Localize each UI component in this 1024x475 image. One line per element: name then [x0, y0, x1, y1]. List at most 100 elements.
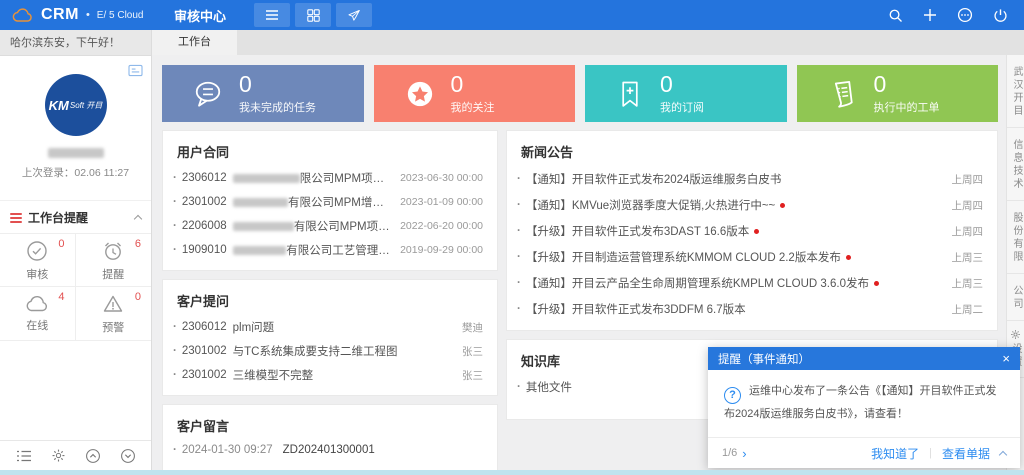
search-icon[interactable]: [888, 8, 903, 23]
message-row[interactable]: 2024-01-30 09:27 ZD202401300001: [163, 440, 497, 460]
news-section: 新闻公告 【通知】开目软件正式发布2024版运维服务白皮书 上周四 【通知】KM…: [506, 130, 998, 331]
contracts-title: 用户合同: [163, 131, 497, 166]
rail-company-segment-3[interactable]: 股份有限: [1007, 201, 1024, 274]
stat-value: 0: [451, 73, 495, 96]
gear-icon[interactable]: [51, 448, 66, 463]
redacted-company-name: [233, 246, 287, 255]
question-row[interactable]: 2306012 plm问题 樊迪: [163, 315, 497, 339]
apps-grid-button[interactable]: [295, 3, 331, 27]
news-row[interactable]: 【通知】开目云产品全生命周期管理系统KMPLM CLOUD 3.6.0发布 上周…: [507, 270, 997, 296]
nav-audit-center[interactable]: 审核中心: [174, 6, 226, 25]
bullet-icon: [517, 303, 526, 315]
news-row[interactable]: 【通知】开目软件正式发布2024版运维服务白皮书 上周四: [507, 166, 997, 192]
news-time: 上周三: [944, 250, 984, 265]
reminder-item-audit[interactable]: 0 审核: [0, 234, 76, 287]
star-circle-icon: [402, 76, 438, 112]
acknowledge-button[interactable]: 我知道了: [871, 445, 919, 462]
send-plane-button[interactable]: [336, 3, 372, 27]
reminder-section-title: 工作台提醒: [28, 209, 88, 226]
reminder-item-remind[interactable]: 6 提醒: [76, 234, 152, 287]
bullet-icon: [173, 321, 182, 333]
reminder-item-online[interactable]: 4 在线: [0, 287, 76, 340]
contract-row[interactable]: 1909010 有限公司工艺管理系统项目 2019-09-29 00:00: [163, 238, 497, 262]
contract-row[interactable]: 2206008 有限公司MPM项目二期 2022-06-20 00:00: [163, 214, 497, 238]
greeting-text: 哈尔滨东安，下午好！: [0, 30, 151, 56]
workbench-reminder-section: 工作台提醒 0 审核 6 提醒 4 在线: [0, 200, 151, 341]
question-text: 与TC系统集成要支持二维工程图: [233, 343, 398, 359]
question-row[interactable]: 2301002 三维模型不完整 张三: [163, 363, 497, 387]
chevron-down-circle-icon[interactable]: [120, 448, 136, 464]
profile-card-icon[interactable]: [128, 64, 143, 77]
contract-id: 2206008: [182, 220, 227, 232]
contract-row[interactable]: 2301002 有限公司MPM增购license 2023-01-09 00:0…: [163, 190, 497, 214]
stat-card-active-work-orders[interactable]: 0 执行中的工单: [797, 65, 999, 122]
question-id: 2306012: [182, 321, 227, 333]
bullet-icon: [173, 345, 182, 357]
add-plus-icon[interactable]: [923, 8, 937, 22]
chevron-up-circle-icon[interactable]: [85, 448, 101, 464]
sidebar-bottom-toolbar: [0, 440, 151, 470]
topbar-right-icons: [888, 7, 1024, 23]
messages-section: 客户留言 2024-01-30 09:27 ZD202401300001: [162, 404, 498, 475]
stat-card-my-subscriptions[interactable]: 0 我的订阅: [585, 65, 787, 122]
cloud-icon: [24, 294, 50, 314]
news-row[interactable]: 【升级】开目软件正式发布3DDFM 6.7版本 上周二: [507, 296, 997, 322]
contract-name: 有限公司MPM增购license: [288, 194, 392, 210]
news-time: 上周二: [944, 302, 984, 317]
rail-company-segment-4[interactable]: 公司: [1007, 274, 1024, 321]
contracts-section: 用户合同 2306012 限公司MPM项目合同 2023-06-30 00:00…: [162, 130, 498, 271]
popup-pager: 1/6: [722, 447, 737, 459]
close-icon[interactable]: ×: [1002, 352, 1010, 365]
stat-card-unfinished-tasks[interactable]: 0 我未完成的任务: [162, 65, 364, 122]
stat-card-my-follow[interactable]: 0 我的关注: [374, 65, 576, 122]
bullet-icon: [517, 173, 526, 185]
rail-company-segment-1[interactable]: 武汉开目: [1007, 55, 1024, 128]
rail-company-segment-2[interactable]: 信息技术: [1007, 128, 1024, 201]
bullet-icon: [517, 277, 526, 289]
menu-hamburger-button[interactable]: [254, 3, 290, 27]
contract-date: 2022-06-20 00:00: [392, 220, 483, 232]
gear-icon: [1010, 329, 1021, 340]
bullet-icon: [173, 172, 182, 184]
popup-body: ?运维中心发布了一条公告《【通知】开目软件正式发布2024版运维服务白皮书》，请…: [708, 370, 1020, 437]
message-time: 2024-01-30 09:27: [182, 444, 273, 456]
questions-section: 客户提问 2306012 plm问题 樊迪 2301002 与TC系统集成要支持…: [162, 279, 498, 396]
company-logo-avatar[interactable]: KMSoft 开目: [45, 74, 107, 136]
next-page-icon[interactable]: ›: [742, 447, 746, 460]
reminder-label: 审核: [26, 266, 48, 282]
dropdown-chevron-icon[interactable]: [999, 450, 1007, 458]
unread-dot: [846, 255, 851, 260]
more-ellipsis-icon[interactable]: [957, 7, 973, 23]
last-login-text: 上次登录：02.06 11:27: [0, 165, 151, 180]
warning-triangle-icon: [101, 292, 125, 316]
popup-message: 运维中心发布了一条公告《【通知】开目软件正式发布2024版运维服务白皮书》，请查…: [724, 385, 997, 420]
footer-divider: |: [929, 447, 932, 459]
popup-footer: 1/6 › 我知道了 | 查看单据: [708, 437, 1020, 468]
stat-label: 执行中的工单: [874, 99, 940, 115]
power-logout-icon[interactable]: [993, 8, 1008, 23]
news-row[interactable]: 【通知】KMVue浏览器季度大促销,火热进行中~~ 上周四: [507, 192, 997, 218]
bullet-icon: [173, 220, 182, 232]
logo-rest-text: Soft 开目: [70, 100, 102, 111]
tab-workbench[interactable]: 工作台: [152, 30, 237, 55]
unread-dot: [874, 281, 879, 286]
contract-id: 2306012: [182, 172, 227, 184]
contract-name: 有限公司MPM项目二期: [294, 218, 392, 234]
question-row[interactable]: 2301002 与TC系统集成要支持二维工程图 张三: [163, 339, 497, 363]
contract-date: 2023-01-09 00:00: [392, 196, 483, 208]
news-row[interactable]: 【升级】开目软件正式发布3DAST 16.6版本 上周四: [507, 218, 997, 244]
chat-bubble-icon: [190, 76, 226, 112]
reminder-label: 提醒: [102, 266, 124, 282]
contract-row[interactable]: 2306012 限公司MPM项目合同 2023-06-30 00:00: [163, 166, 497, 190]
popup-title: 提醒（事件通知）: [718, 351, 810, 367]
work-order-icon: [825, 76, 861, 112]
brand-area[interactable]: CRM • E/ 5 Cloud: [0, 6, 152, 24]
stat-label: 我的关注: [451, 99, 495, 115]
news-row[interactable]: 【升级】开目制造运营管理系统KMMOM CLOUD 2.2版本发布 上周三: [507, 244, 997, 270]
stat-value: 0: [239, 73, 316, 96]
view-document-button[interactable]: 查看单据: [942, 445, 990, 462]
reminder-item-warning[interactable]: 0 预警: [76, 287, 152, 340]
collapse-chevron-icon[interactable]: [134, 215, 142, 223]
stat-cards-row: 0 我未完成的任务 0 我的关注 0 我的订阅: [162, 65, 998, 122]
panel-list-icon[interactable]: [16, 449, 32, 463]
